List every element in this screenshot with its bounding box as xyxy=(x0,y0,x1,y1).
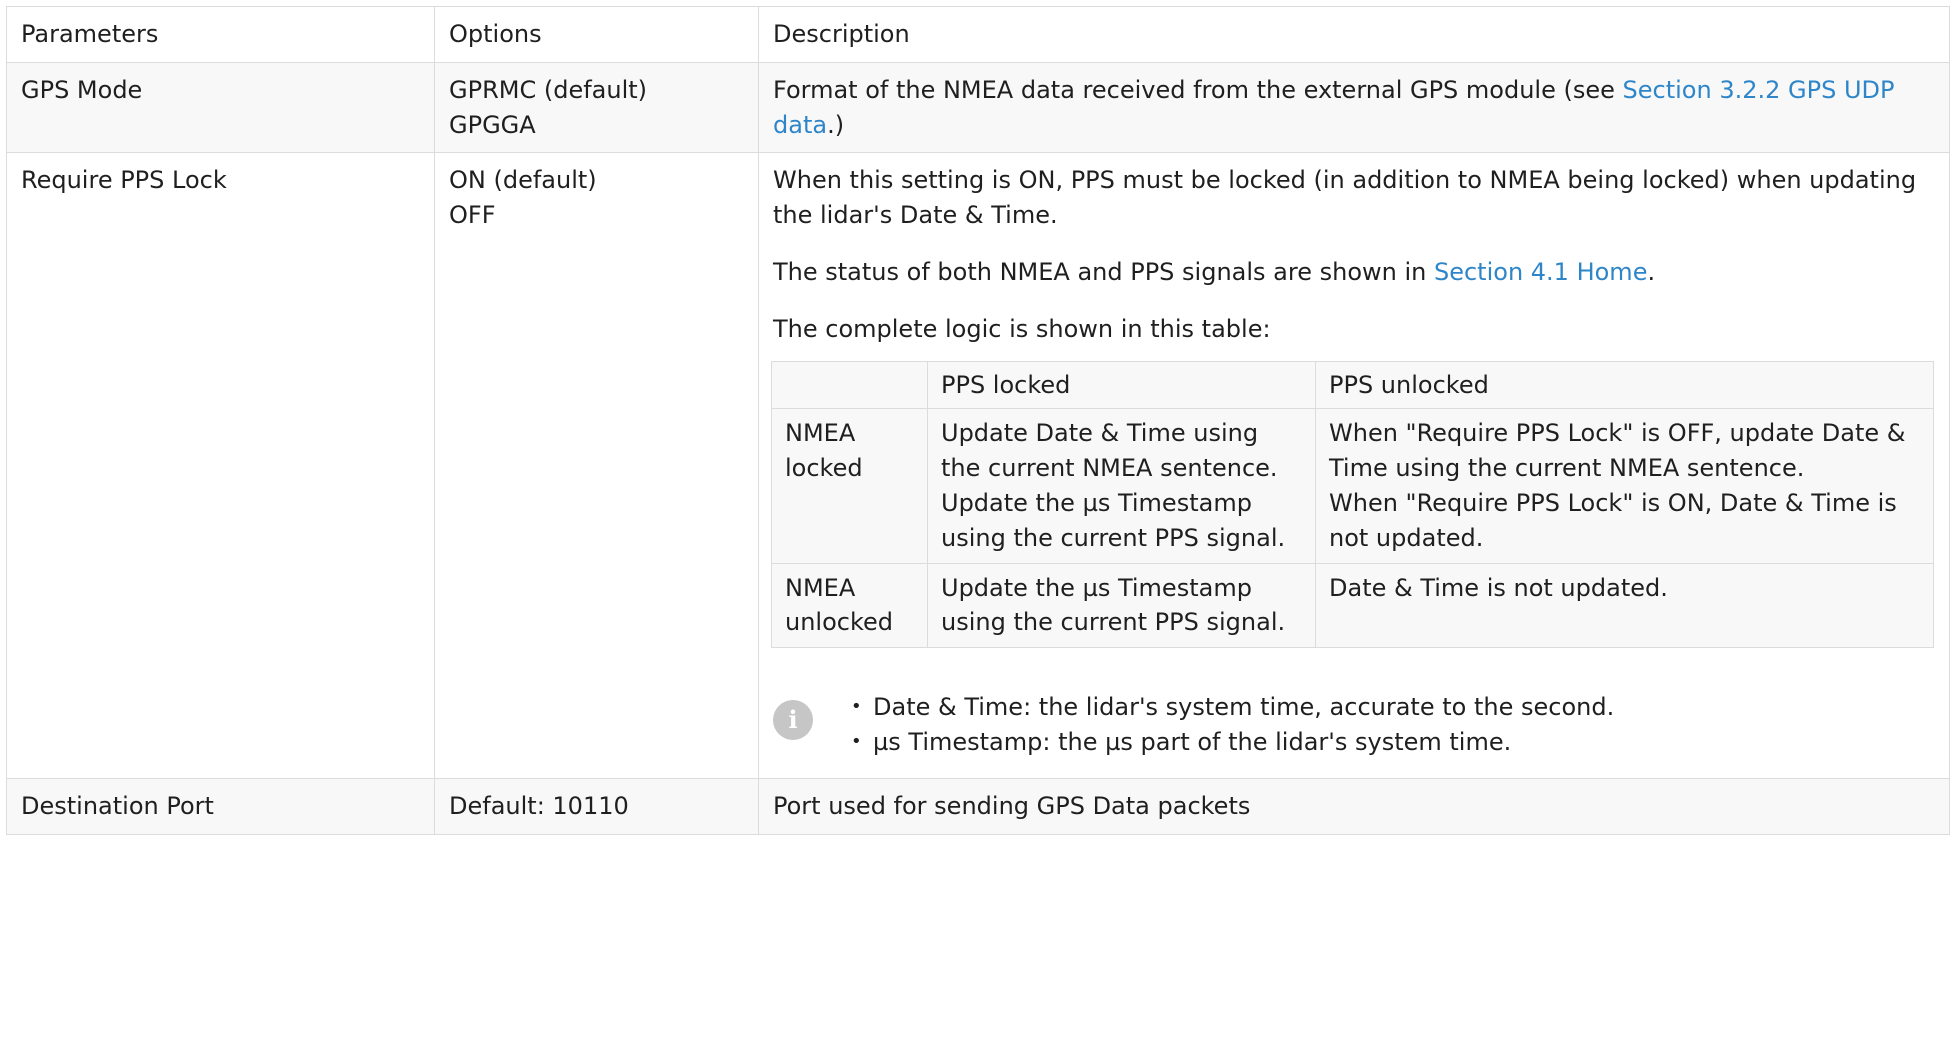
parameter-name: Require PPS Lock xyxy=(6,152,435,779)
logic-header-pps-locked: PPS locked xyxy=(927,360,1316,410)
table-header-row: Parameters Options Description xyxy=(6,6,1950,63)
parameter-options: Default: 10110 xyxy=(434,777,759,835)
logic-row-nmea-unlocked: NMEA unlocked Update the µs Timestamp us… xyxy=(771,562,1934,649)
logic-cell-pps-locked: Update Date & Time using the current NME… xyxy=(927,408,1316,564)
description-text: . xyxy=(1647,257,1656,286)
option-value: ON (default) xyxy=(449,166,597,195)
description-paragraph: When this setting is ON, PPS must be loc… xyxy=(773,166,1917,230)
logic-cell-pps-unlocked: Date & Time is not updated. xyxy=(1315,562,1934,649)
parameter-name: Destination Port xyxy=(6,777,435,835)
description-text: Format of the NMEA data received from th… xyxy=(773,75,1623,104)
parameter-description: Port used for sending GPS Data packets xyxy=(758,777,1950,835)
logic-cell-line: Update Date & Time using the current NME… xyxy=(941,419,1278,483)
description-paragraph: The status of both NMEA and PPS signals … xyxy=(773,255,1935,290)
logic-cell-line: When "Require PPS Lock" is OFF, update D… xyxy=(1329,419,1906,483)
description-text: .) xyxy=(827,110,845,139)
logic-header-empty xyxy=(771,360,928,410)
logic-cell-line: When "Require PPS Lock" is ON, Date & Ti… xyxy=(1329,488,1897,552)
logic-header-pps-unlocked: PPS unlocked xyxy=(1315,360,1934,410)
logic-table-header-row: PPS locked PPS unlocked xyxy=(771,360,1934,410)
description-paragraph: The complete logic is shown in this tabl… xyxy=(773,314,1271,343)
logic-cell-pps-locked: Update the µs Timestamp using the curren… xyxy=(927,562,1316,649)
header-parameters: Parameters xyxy=(6,6,435,63)
header-description: Description xyxy=(758,6,1950,63)
logic-cell-line: Update the µs Timestamp using the curren… xyxy=(941,573,1286,637)
parameter-description: Format of the NMEA data received from th… xyxy=(758,61,1950,154)
note-list: Date & Time: the lidar's system time, ac… xyxy=(851,690,1614,760)
parameter-name: GPS Mode xyxy=(6,61,435,154)
description-text: The status of both NMEA and PPS signals … xyxy=(773,257,1434,286)
section-link-home[interactable]: Section 4.1 Home xyxy=(1434,258,1647,286)
table-row-gps-mode: GPS Mode GPRMC (default) GPGGA Format of… xyxy=(6,61,1950,154)
option-value: GPGGA xyxy=(449,110,536,139)
parameter-description: When this setting is ON, PPS must be loc… xyxy=(758,152,1950,779)
logic-row-label: NMEA locked xyxy=(771,408,928,564)
note-item: Date & Time: the lidar's system time, ac… xyxy=(851,690,1614,725)
page: Parameters Options Description GPS Mode … xyxy=(0,0,1959,835)
note-item: µs Timestamp: the µs part of the lidar's… xyxy=(851,725,1614,760)
parameters-table: Parameters Options Description GPS Mode … xyxy=(6,6,1950,835)
logic-row-label: NMEA unlocked xyxy=(771,562,928,649)
logic-row-nmea-locked: NMEA locked Update Date & Time using the… xyxy=(771,408,1934,564)
option-value: GPRMC (default) xyxy=(449,75,648,104)
header-options: Options xyxy=(434,6,759,63)
info-icon: i xyxy=(773,700,813,741)
logic-cell-line: Update the µs Timestamp using the curren… xyxy=(941,488,1286,552)
logic-table: PPS locked PPS unlocked NMEA locked Upda… xyxy=(771,360,1934,649)
parameter-options: ON (default) OFF xyxy=(434,152,759,779)
info-note: i Date & Time: the lidar's system time, … xyxy=(773,690,1935,760)
option-value: OFF xyxy=(449,201,496,230)
logic-cell-line: Date & Time is not updated. xyxy=(1329,573,1668,602)
table-row-destination-port: Destination Port Default: 10110 Port use… xyxy=(6,777,1950,835)
logic-cell-pps-unlocked: When "Require PPS Lock" is OFF, update D… xyxy=(1315,408,1934,564)
parameter-options: GPRMC (default) GPGGA xyxy=(434,61,759,154)
table-row-require-pps-lock: Require PPS Lock ON (default) OFF When t… xyxy=(6,152,1950,779)
